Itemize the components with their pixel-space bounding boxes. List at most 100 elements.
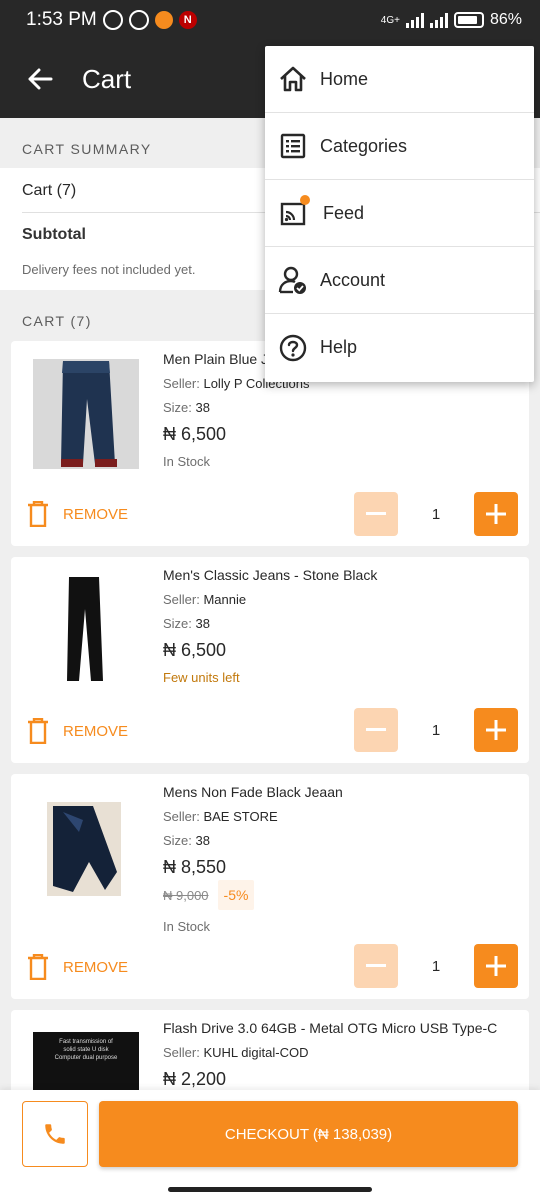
phone-icon (45, 1124, 65, 1144)
network-type: 4G+ (380, 14, 400, 26)
old-price-row: ₦ 9,000 -5% (163, 880, 523, 910)
seller-name: BAE STORE (203, 809, 278, 824)
checkout-button[interactable]: CHECKOUT (₦ 138,039) (99, 1101, 518, 1167)
seller-prefix: Seller: (163, 592, 204, 607)
menu-item-help[interactable]: Help (265, 314, 534, 381)
help-icon (278, 333, 308, 363)
quantity-stepper: 1 (354, 492, 518, 536)
product-image[interactable] (33, 575, 139, 685)
quantity-stepper: 1 (354, 708, 518, 752)
menu-item-label: Categories (320, 135, 408, 156)
call-button[interactable] (22, 1101, 88, 1167)
trash-icon (28, 954, 48, 980)
home-icon (278, 64, 308, 94)
size-value: 38 (195, 833, 210, 848)
back-arrow-icon[interactable] (22, 61, 58, 97)
menu-item-label: Help (320, 337, 358, 357)
battery-icon (453, 12, 484, 28)
product-name[interactable]: Mens Non Fade Black Jeaan (163, 784, 523, 800)
product-info: Flash Drive 3.0 64GB - Metal OTG Micro U… (163, 1020, 523, 1090)
discount-badge: -5% (217, 880, 255, 910)
page-title: Cart (82, 63, 132, 94)
alarm-icon (128, 10, 149, 30)
product-image[interactable]: Fast transmission of solid state U disk … (33, 1032, 139, 1090)
seller-prefix: Seller: (163, 376, 204, 391)
trash-icon (28, 718, 48, 744)
quantity-stepper: 1 (354, 944, 518, 988)
status-notification-icons: N (102, 10, 197, 30)
product-price: ₦ 8,550 (163, 857, 227, 877)
old-price: ₦ 9,000 (163, 887, 209, 903)
product-info: Men's Classic Jeans - Stone Black Seller… (163, 567, 523, 685)
product-seller: Seller: Mannie (163, 592, 523, 607)
remove-button[interactable]: REMOVE (27, 501, 128, 527)
increase-quantity-button[interactable] (474, 492, 518, 536)
signal-icon-2 (429, 12, 448, 28)
quantity-value: 1 (431, 957, 441, 975)
menu-item-label: Feed (323, 202, 365, 223)
increase-quantity-button[interactable] (474, 708, 518, 752)
remove-label: REMOVE (63, 958, 129, 976)
product-price: ₦ 2,200 (163, 1069, 227, 1089)
signal-icon (405, 12, 424, 28)
product-size: Size: 38 (163, 833, 523, 848)
feed-icon (278, 195, 310, 228)
remove-button[interactable]: REMOVE (27, 718, 128, 744)
system-nav-bar (0, 1182, 540, 1200)
quantity-value: 1 (431, 505, 441, 523)
cart-summary-heading: CART SUMMARY (22, 141, 152, 157)
checkout-bar: CHECKOUT (₦ 138,039) (0, 1090, 540, 1182)
size-value: 38 (195, 616, 210, 631)
menu-item-label: Account (320, 269, 386, 290)
product-image[interactable] (33, 792, 139, 902)
quantity-value: 1 (431, 721, 441, 739)
product-size: Size: 38 (163, 400, 523, 415)
product-name[interactable]: Men's Classic Jeans - Stone Black (163, 567, 523, 583)
account-icon (278, 265, 308, 295)
home-gesture-pill[interactable] (168, 1187, 372, 1192)
product-seller: Seller: BAE STORE (163, 809, 523, 824)
product-image[interactable] (33, 359, 139, 469)
product-size: Size: 38 (163, 616, 523, 631)
product-price: ₦ 6,500 (163, 424, 227, 444)
status-bar: 1:53 PM N 4G+ 86% (0, 0, 540, 40)
app-notification-icon (154, 11, 173, 29)
decrease-quantity-button[interactable] (354, 944, 398, 988)
stock-status: Few units left (163, 670, 240, 685)
product-info: Mens Non Fade Black Jeaan Seller: BAE ST… (163, 784, 523, 934)
seller-name: KUHL digital-COD (203, 1045, 309, 1060)
product-name[interactable]: Flash Drive 3.0 64GB - Metal OTG Micro U… (163, 1020, 523, 1036)
decrease-quantity-button[interactable] (354, 708, 398, 752)
seller-name: Mannie (203, 592, 247, 607)
overflow-menu: Home Categories Feed Account Help (265, 46, 534, 382)
categories-icon (278, 131, 308, 161)
stock-status: In Stock (163, 454, 210, 469)
menu-item-categories[interactable]: Categories (265, 113, 534, 180)
netflix-notification-icon: N (178, 11, 197, 29)
seller-prefix: Seller: (163, 1045, 204, 1060)
size-value: 38 (195, 400, 210, 415)
seller-prefix: Seller: (163, 809, 204, 824)
mute-icon (102, 10, 123, 30)
cart-item: Mens Non Fade Black Jeaan Seller: BAE ST… (11, 774, 529, 999)
remove-button[interactable]: REMOVE (27, 954, 128, 980)
product-image-text: Fast transmission of solid state U disk … (54, 1039, 118, 1061)
increase-quantity-button[interactable] (474, 944, 518, 988)
size-prefix: Size: (163, 616, 196, 631)
feed-notification-dot (300, 195, 310, 205)
size-prefix: Size: (163, 400, 196, 415)
cart-items-heading: CART (7) (22, 313, 92, 329)
trash-icon (28, 501, 48, 527)
menu-item-label: Home (320, 68, 369, 89)
menu-item-account[interactable]: Account (265, 247, 534, 314)
menu-item-feed[interactable]: Feed (265, 180, 534, 247)
status-time: 1:53 PM (26, 9, 97, 30)
remove-label: REMOVE (63, 722, 129, 740)
cart-item: Men's Classic Jeans - Stone Black Seller… (11, 557, 529, 763)
product-seller: Seller: KUHL digital-COD (163, 1045, 523, 1060)
decrease-quantity-button[interactable] (354, 492, 398, 536)
battery-percent: 86% (489, 11, 522, 28)
menu-item-home[interactable]: Home (265, 46, 534, 113)
cart-item: Fast transmission of solid state U disk … (11, 1010, 529, 1100)
remove-label: REMOVE (63, 505, 129, 523)
